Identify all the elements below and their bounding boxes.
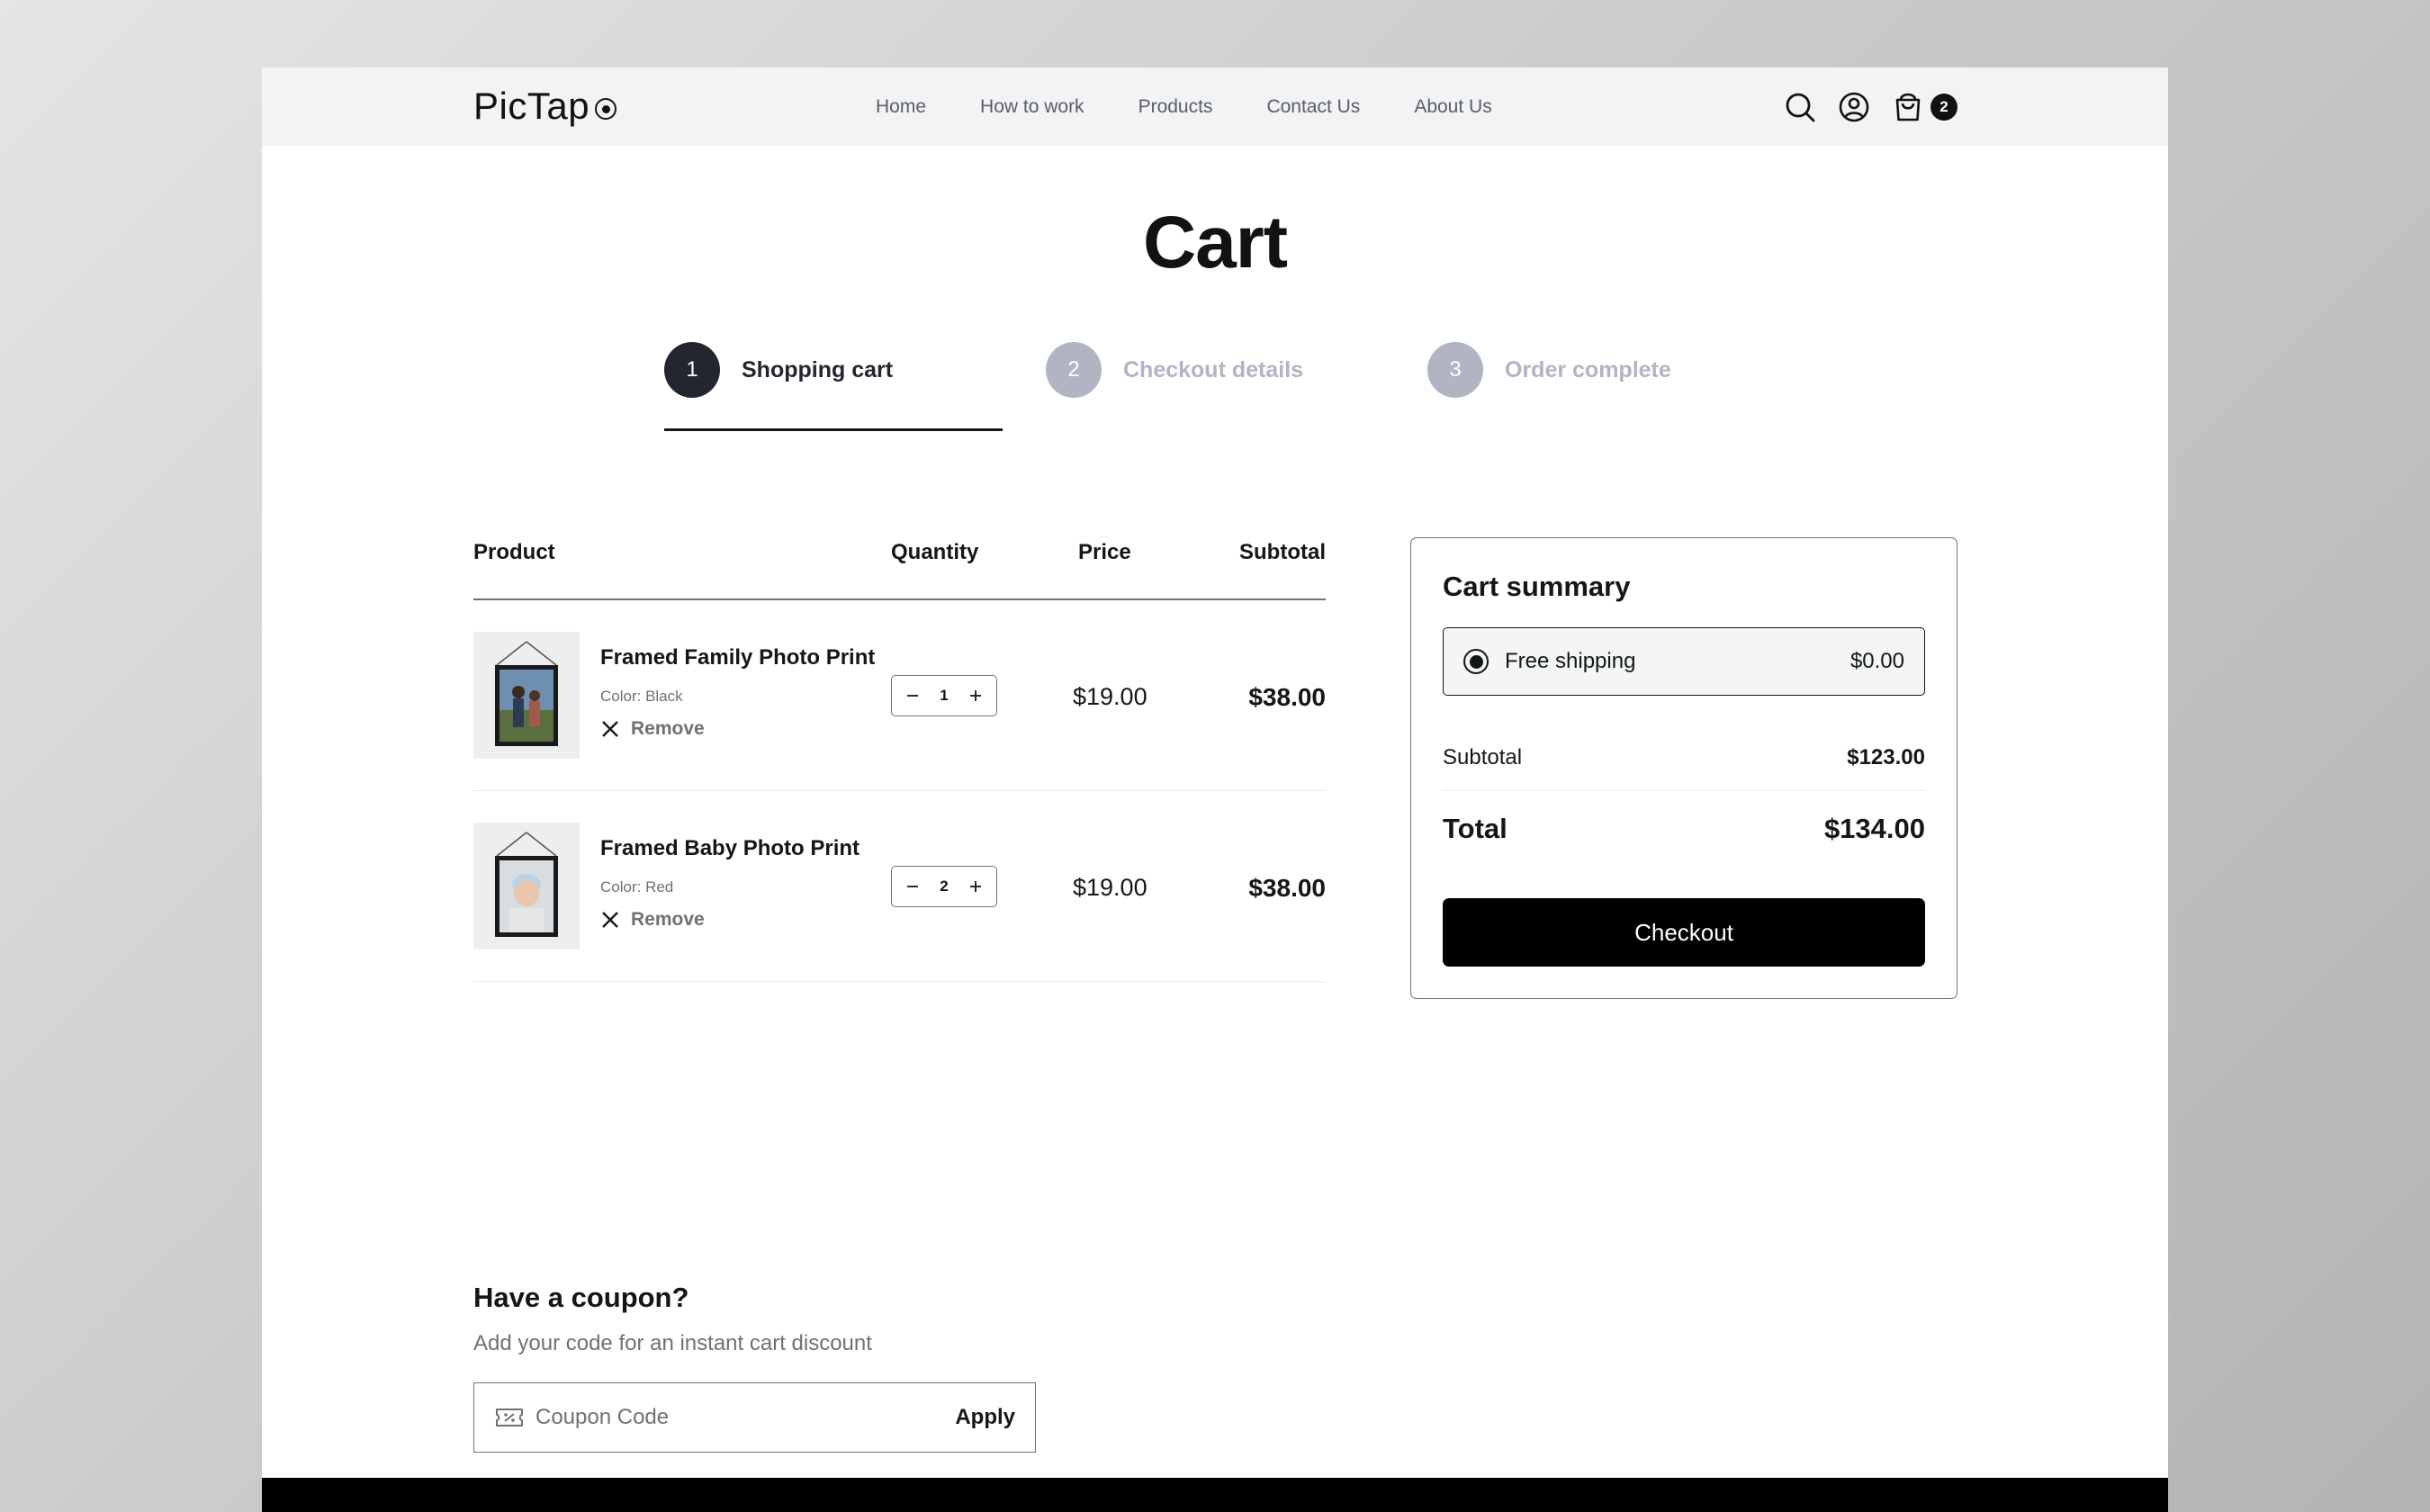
logo[interactable]: PicTap [473,84,617,129]
step-label: Checkout details [1123,357,1304,382]
product-subtotal: $38.00 [1248,874,1326,902]
nav-how-to-work[interactable]: How to work [980,96,1084,118]
nav-about-us[interactable]: About Us [1414,96,1491,118]
quantity-value: 2 [940,878,949,895]
table-row: Framed Family Photo Print Color: Black R… [473,600,1326,791]
product-subtotal: $38.00 [1248,683,1326,711]
product-name[interactable]: Framed Baby Photo Print [600,836,860,861]
footer [262,1478,2168,1512]
quantity-stepper: 2 [891,866,997,907]
checkout-button[interactable]: Checkout [1443,898,1925,967]
plus-icon[interactable] [964,684,987,707]
cart-table: Product Quantity Price Subtotal Framed F… [473,540,1326,982]
shipping-option[interactable]: Free shipping $0.00 [1443,627,1925,696]
minus-icon[interactable] [901,875,924,898]
summary-total-row: Total $134.00 [1443,806,1925,852]
remove-button[interactable]: Remove [600,718,705,740]
header-quantity: Quantity [891,540,979,564]
product-image-family[interactable] [473,632,580,759]
total-value: $134.00 [1823,813,1925,844]
product-name[interactable]: Framed Family Photo Print [600,645,875,670]
minus-icon[interactable] [901,684,924,707]
active-step-underline [664,428,1003,431]
header-product: Product [473,540,555,564]
remove-button[interactable]: Remove [600,909,705,931]
page-title: Cart [1142,202,1288,284]
search-icon[interactable] [1783,90,1817,124]
coupon-form: Apply [473,1382,1036,1453]
checkout-stepper: 1 Shopping cart 2 Checkout details 3 Ord… [664,342,1834,432]
header-subtotal: Subtotal [1239,540,1326,564]
step-order-complete[interactable]: 3 Order complete [1427,342,1671,432]
logo-text: PicTap [473,85,590,127]
site-header: PicTap Home How to work Products Contact… [262,68,2168,146]
ticket-discount-icon [496,1408,523,1426]
step-number: 1 [664,342,720,398]
step-number: 3 [1427,342,1483,398]
product-image-baby[interactable] [473,823,580,950]
product-color: Color: Red [600,878,674,896]
step-number: 2 [1046,342,1102,398]
subtotal-label: Subtotal [1443,744,1523,770]
summary-subtotal-row: Subtotal $123.00 [1443,734,1925,790]
quantity-value: 1 [940,687,949,704]
quantity-stepper: 1 [891,675,997,716]
close-icon [602,912,618,928]
nav-products[interactable]: Products [1138,96,1213,118]
remove-label: Remove [631,718,705,739]
coupon-subtitle: Add your code for an instant cart discou… [473,1331,872,1355]
step-checkout-details[interactable]: 2 Checkout details [1046,342,1303,432]
shipping-label: Free shipping [1505,649,1636,673]
product-price: $19.00 [1073,683,1148,710]
shipping-amount: $0.00 [1850,649,1904,673]
logo-mark-icon [595,98,617,120]
plus-icon[interactable] [964,875,987,898]
main-nav: Home How to work Products Contact Us Abo… [876,68,1492,146]
page-frame: PicTap Home How to work Products Contact… [262,68,2168,1512]
step-label: Shopping cart [742,357,894,382]
product-price: $19.00 [1073,874,1148,901]
coupon-title: Have a coupon? [473,1282,689,1313]
cart-summary: Cart summary Free shipping $0.00 Subtota… [1410,537,1958,999]
header-price: Price [1078,540,1131,564]
radio-selected-icon[interactable] [1463,649,1489,674]
nav-home[interactable]: Home [876,96,926,118]
product-color: Color: Black [600,688,683,705]
total-label: Total [1443,813,1508,844]
shopping-bag-icon [1891,90,1925,124]
remove-label: Remove [631,909,705,930]
user-account-icon[interactable] [1837,90,1871,124]
close-icon [602,721,618,737]
header-actions: 2 [1783,68,1958,146]
coupon-code-input[interactable] [536,1405,956,1430]
apply-coupon-button[interactable]: Apply [955,1405,1015,1430]
step-shopping-cart[interactable]: 1 Shopping cart [664,342,893,432]
nav-contact-us[interactable]: Contact Us [1266,96,1360,118]
subtotal-value: $123.00 [1847,744,1925,770]
table-row: Framed Baby Photo Print Color: Red Remov… [473,791,1326,982]
step-label: Order complete [1505,357,1671,382]
cart-button[interactable]: 2 [1891,90,1958,124]
table-header: Product Quantity Price Subtotal [473,540,1326,600]
summary-title: Cart summary [1443,571,1631,602]
cart-count-badge: 2 [1930,93,1958,121]
